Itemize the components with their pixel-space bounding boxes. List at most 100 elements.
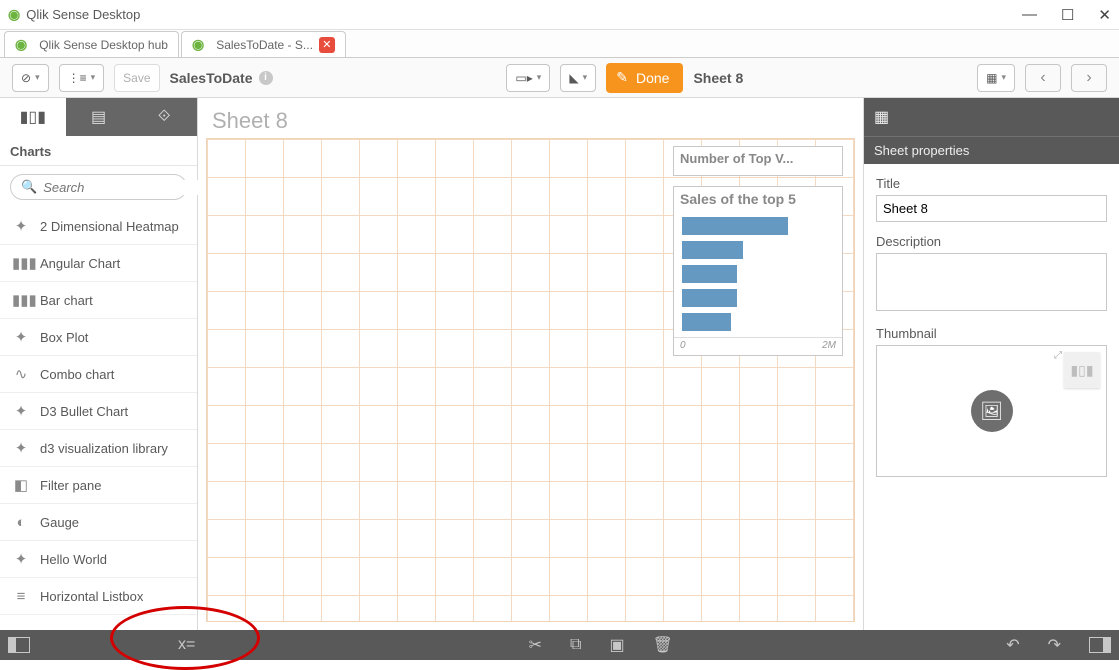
chart-item-label: 2 Dimensional Heatmap [40,219,179,234]
tabstrip: ◉ Qlik Sense Desktop hub ◉ SalesToDate -… [0,30,1119,58]
tab-label: Qlik Sense Desktop hub [39,38,168,52]
done-button[interactable]: ✎ Done [606,63,683,93]
window-close-icon[interactable]: ✕ [1098,6,1111,24]
chart-type-icon: ✦ [12,217,30,235]
chart-list-item[interactable]: ◧ Filter pane [0,467,197,504]
chart-list-item[interactable]: ✦Box Plot [0,319,197,356]
chart-type-icon: ✦ [12,402,30,420]
chart-item-label: Bar chart [40,293,93,308]
chart-item-label: D3 Bullet Chart [40,404,128,419]
search-box[interactable]: 🔍 [10,174,187,200]
play-button[interactable]: ▭▸▾ [506,64,550,92]
chevron-down-icon: ▾ [583,72,588,83]
tab-hub[interactable]: ◉ Qlik Sense Desktop hub [4,31,179,57]
chart-item-label: Box Plot [40,330,88,345]
grid-icon: ▦ [986,71,997,85]
chart-item-label: Filter pane [40,478,101,493]
bar [682,241,743,259]
statusbar: x= ✂ ⧉ ▣ 🗑 ↶ ↷ [0,630,1119,660]
list-menu-button[interactable]: ⋮≡▾ [59,64,105,92]
paste-icon[interactable]: ▣ [609,635,624,655]
charts-tab[interactable]: ▮▯▮ [0,98,66,136]
window-title: Qlik Sense Desktop [26,7,140,22]
links-tab[interactable]: ⟐ [131,98,197,136]
viz-bar-chart[interactable]: Sales of the top 5 0 2M [673,186,843,356]
cut-icon[interactable]: ✂ [529,635,542,655]
chart-list-item[interactable]: ✦ 2 Dimensional Heatmap [0,208,197,245]
chart-item-label: Hello World [40,552,107,567]
thumbnail-box[interactable]: ⤢ ▮▯▮ 🖼 [876,345,1107,477]
title-label: Title [876,176,1107,191]
chart-type-icon: ◐ [12,514,30,531]
chart-type-icon: ✦ [12,550,30,568]
chart-list-item[interactable]: ✦d3 visualization library [0,430,197,467]
bar [682,313,731,331]
viz-kpi[interactable]: Number of Top V... [673,146,843,176]
chart-item-label: Angular Chart [40,256,120,271]
close-icon[interactable]: ✕ [319,37,335,53]
chart-list-item[interactable]: ✦ D3 Bullet Chart [0,393,197,430]
chart-type-icon: ▮▮▮ [12,254,30,272]
info-icon[interactable]: i [259,71,273,85]
sheet-canvas[interactable]: Sheet 8 Number of Top V... Sales of the … [198,98,863,630]
chart-item-label: Combo chart [40,367,114,382]
chart-list-item[interactable]: ≡ Horizontal Listbox [0,578,197,615]
link-icon: ⟐ [158,108,171,126]
delete-icon[interactable]: 🗑 [653,635,673,655]
sheet-name: Sheet 8 [693,70,743,86]
compass-icon: ⊘ [21,71,31,85]
list-icon: ⋮≡ [68,71,87,85]
save-button[interactable]: Save [114,64,159,92]
bookmark-icon: ◣ [569,71,578,85]
left-panel: ▮▯▮ ▤ ⟐ Charts 🔍 ✦ 2 Dimensional Heatmap ▮… [0,98,198,630]
chart-type-icon: ◧ [12,476,30,494]
window-minimize-icon[interactable]: — [1022,6,1037,24]
fields-tab[interactable]: ▤ [66,98,132,136]
chart-type-icon: ∿ [12,365,30,383]
next-sheet-button[interactable]: › [1071,64,1107,92]
bar [682,289,737,307]
qlik-icon: ◉ [15,36,27,53]
sheet-title: Sheet 8 [202,102,859,140]
chevron-left-icon: ‹ [1040,69,1045,87]
undo-icon[interactable]: ↶ [1006,635,1019,655]
window-titlebar: ◉ Qlik Sense Desktop — ☐ ✕ [0,0,1119,30]
title-input[interactable] [876,195,1107,222]
window-maximize-icon[interactable]: ☐ [1061,6,1074,24]
chevron-right-icon: › [1086,69,1091,87]
copy-icon[interactable]: ⧉ [570,636,581,654]
fields-icon: ▤ [91,107,106,127]
chevron-down-icon: ▾ [537,72,542,83]
thumbnail-label: Thumbnail [876,326,1107,341]
workspace: ▮▯▮ ▤ ⟐ Charts 🔍 ✦ 2 Dimensional Heatmap ▮… [0,98,1119,630]
panel-section-title: Charts [0,136,197,166]
bar-chart-icon: ▮▯▮ [20,107,46,127]
properties-panel: ▦ Sheet properties Title Description Thu… [863,98,1119,630]
chart-item-label: Horizontal Listbox [40,589,143,604]
search-input[interactable] [43,180,221,195]
image-icon[interactable]: 🖼 [971,390,1013,432]
bookmark-button[interactable]: ◣▾ [560,64,596,92]
expand-icon[interactable]: ⤢ [1054,350,1062,361]
bar [682,217,788,235]
variables-icon[interactable]: x= [178,636,195,654]
chart-list-item[interactable]: ▮▮▮ Angular Chart [0,245,197,282]
chart-list-item[interactable]: ▮▮▮Bar chart [0,282,197,319]
thumbnail-chart-icon[interactable]: ▮▯▮ [1064,352,1100,388]
toggle-right-panel-icon[interactable] [1089,637,1111,653]
tab-app[interactable]: ◉ SalesToDate - S... ✕ [181,31,346,57]
prev-sheet-button[interactable]: ‹ [1025,64,1061,92]
sheets-grid-button[interactable]: ▦▾ [977,64,1015,92]
bar [682,265,737,283]
description-input[interactable] [876,253,1107,311]
chart-type-icon: ✦ [12,439,30,457]
chart-list-item[interactable]: ✦ Hello World [0,541,197,578]
toggle-left-panel-icon[interactable] [8,637,30,653]
chart-type-icon: ≡ [12,588,30,605]
redo-icon[interactable]: ↷ [1048,635,1061,655]
nav-menu-button[interactable]: ⊘▾ [12,64,49,92]
chevron-down-icon: ▾ [1001,72,1006,83]
chart-list-item[interactable]: ◐Gauge [0,504,197,541]
chart-list-item[interactable]: ∿ Combo chart [0,356,197,393]
app-name: SalesToDate i [170,70,273,86]
